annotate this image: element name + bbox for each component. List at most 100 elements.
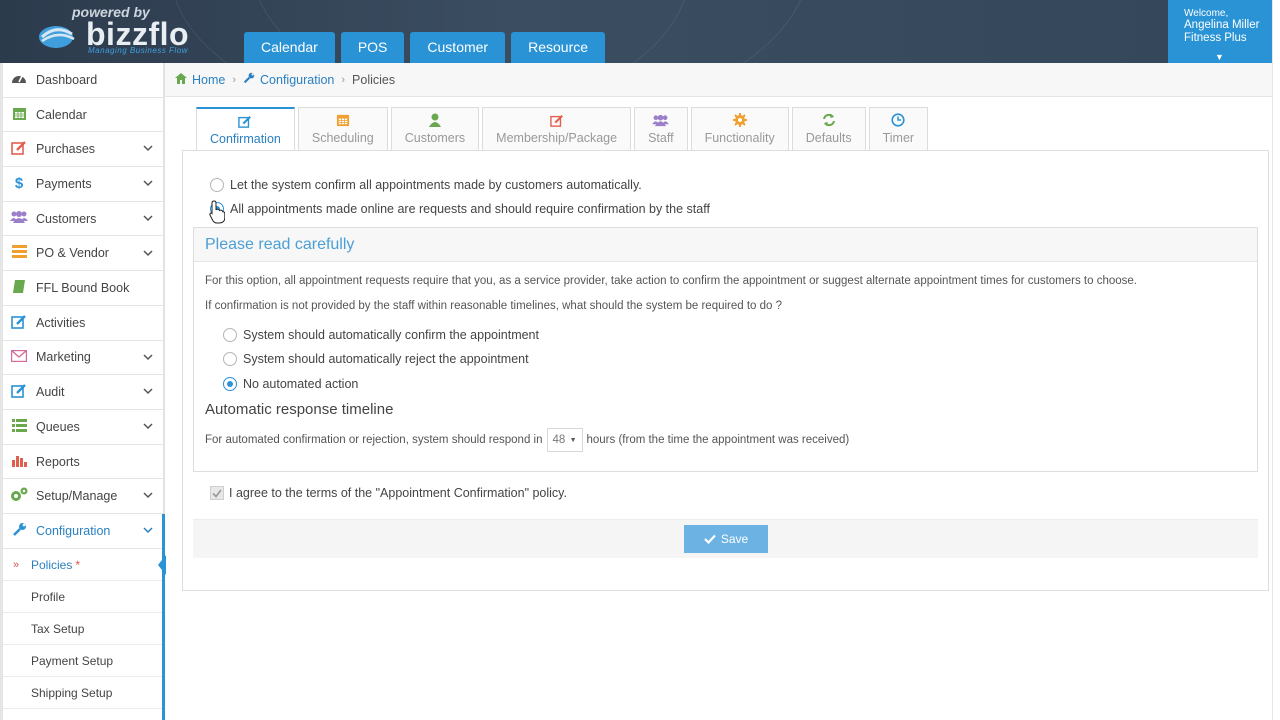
chevron-down-icon[interactable] [143,353,153,361]
check-icon [212,489,222,498]
topnav-pos[interactable]: POS [340,32,405,63]
sidebar-subitem-profile[interactable]: Profile [3,581,163,613]
fallback-auto-reject[interactable]: System should automatically reject the a… [223,352,529,366]
sidebar-subitem-shipping-setup[interactable]: Shipping Setup [3,677,163,709]
breadcrumb-current: Policies [352,72,396,87]
sidebar-subitem-label: Policies * [31,557,81,572]
page-scrollbar[interactable] [1272,0,1280,720]
sidebar-subitem-label: Profile [31,589,66,604]
sidebar-item-setup-manage[interactable]: Setup/Manage [3,479,163,515]
fallback-question: If confirmation is not provided by the s… [205,300,783,312]
breadcrumb-home[interactable]: Home [192,73,225,87]
option-auto-confirm[interactable]: Let the system confirm all appointments … [210,178,642,192]
chevron-down-icon[interactable] [143,144,153,152]
logo-tagline: Managing Business Flow [88,46,188,55]
users-icon [652,114,670,126]
fallback-no-action[interactable]: No automated action [223,377,358,391]
policy-tabs: Confirmation Scheduling Customers Member… [196,107,929,151]
chevron-down-icon[interactable] [143,422,153,430]
chevron-down-icon[interactable] [143,526,153,534]
sidebar-item-label: Configuration [36,523,111,538]
sidebar-item-calendar[interactable]: Calendar [3,98,163,133]
topnav-calendar[interactable]: Calendar [244,32,335,63]
tab-functionality[interactable]: Functionality [690,107,789,150]
sidebar-item-reports[interactable]: Reports [3,445,163,480]
edit-icon [10,140,28,158]
tab-defaults[interactable]: Defaults [791,107,866,150]
tachometer-icon [10,71,28,88]
sidebar-item-ffl-bound-book[interactable]: FFL Bound Book [3,271,163,306]
brand-logo[interactable]: powered by bizzflo Managing Business Flo… [36,4,206,58]
sidebar-item-label: Customers [36,211,97,226]
sidebar-item-label: Queues [36,419,80,434]
chevron-down-icon[interactable] [143,214,153,222]
sidebar-item-label: Activities [36,315,86,330]
sidebar-subitem-tax-setup[interactable]: Tax Setup [3,613,163,645]
tab-label: Confirmation [210,131,281,146]
notice-box: Please read carefully For this option, a… [193,227,1258,472]
option-require-staff-confirmation[interactable]: All appointments made online are request… [210,202,710,216]
check-icon [704,534,716,544]
chevron-down-icon[interactable] [143,249,153,257]
option-label: System should automatically confirm the … [243,328,539,342]
tab-confirmation[interactable]: Confirmation [196,107,295,151]
breadcrumb-separator: › [341,73,346,86]
sidebar-item-queues[interactable]: Queues [3,410,163,445]
dollar-icon: $ [14,175,24,193]
auto-confirm-radio[interactable] [210,178,224,192]
sidebar-item-payments[interactable]: $ Payments [3,167,163,202]
chevron-down-icon[interactable] [143,491,153,499]
option-label: All appointments made online are request… [230,202,710,216]
wrench-icon [10,522,28,540]
envelope-icon [10,349,28,365]
user-icon [428,113,441,127]
edit-icon [238,115,252,128]
tab-label: Customers [404,131,466,145]
fallback-confirm-radio[interactable] [223,328,237,342]
topnav-resource[interactable]: Resource [511,32,606,63]
agree-checkbox[interactable] [210,486,224,500]
tab-label: Functionality [704,131,775,145]
tab-timer[interactable]: Timer [868,107,929,150]
save-label: Save [720,532,749,546]
edit-icon [10,383,28,401]
tab-scheduling[interactable]: Scheduling [297,107,388,150]
sidebar-item-purchases[interactable]: Purchases [3,132,163,168]
option-label: No automated action [243,377,359,391]
hours-select[interactable]: 48 ▼ [546,428,583,452]
chevron-down-icon[interactable] [143,179,153,187]
agree-terms[interactable]: I agree to the terms of the "Appointment… [210,486,567,500]
topnav-customer[interactable]: Customer [410,32,506,63]
fallback-none-radio[interactable] [223,377,237,391]
breadcrumb-configuration[interactable]: Configuration [260,73,334,87]
list-icon [10,418,28,435]
sidebar-item-audit[interactable]: Audit [3,375,163,410]
sidebar-item-po-vendor[interactable]: PO & Vendor [3,237,163,272]
sidebar-subitem-label: Shipping Setup [31,685,113,700]
fallback-reject-radio[interactable] [223,352,237,366]
fallback-auto-confirm[interactable]: System should automatically confirm the … [223,328,539,342]
sidebar-item-activities[interactable]: Activities [3,306,163,341]
user-menu[interactable]: Welcome, Angelina Miller Fitness Plus ▼ [1168,0,1272,63]
sidebar-item-configuration[interactable]: Configuration [3,514,163,549]
sidebar-item-dashboard[interactable]: Dashboard [3,63,163,98]
sidebar-subitem-payment-setup[interactable]: Payment Setup [3,645,163,677]
user-name: Angelina Miller [1184,19,1260,31]
sidebar-subitem-policies[interactable]: » Policies * [3,549,166,581]
users-icon [10,210,28,227]
required-star: * [75,557,81,572]
option-label: Let the system confirm all appointments … [230,178,642,192]
caret-down-icon[interactable]: ▼ [1215,52,1224,62]
clock-icon [891,113,905,127]
gear-icon [732,113,747,127]
tab-label: Timer [882,131,915,145]
home-icon [175,72,187,87]
tab-staff[interactable]: Staff [634,107,688,150]
tab-membership-package[interactable]: Membership/Package [482,107,632,150]
tab-customers[interactable]: Customers [390,107,480,150]
chevron-down-icon[interactable] [143,387,153,395]
save-button[interactable]: Save [684,525,768,553]
sidebar-item-customers[interactable]: Customers [3,202,163,237]
sidebar-item-marketing[interactable]: Marketing [3,341,163,376]
hand-cursor-icon [209,200,225,224]
